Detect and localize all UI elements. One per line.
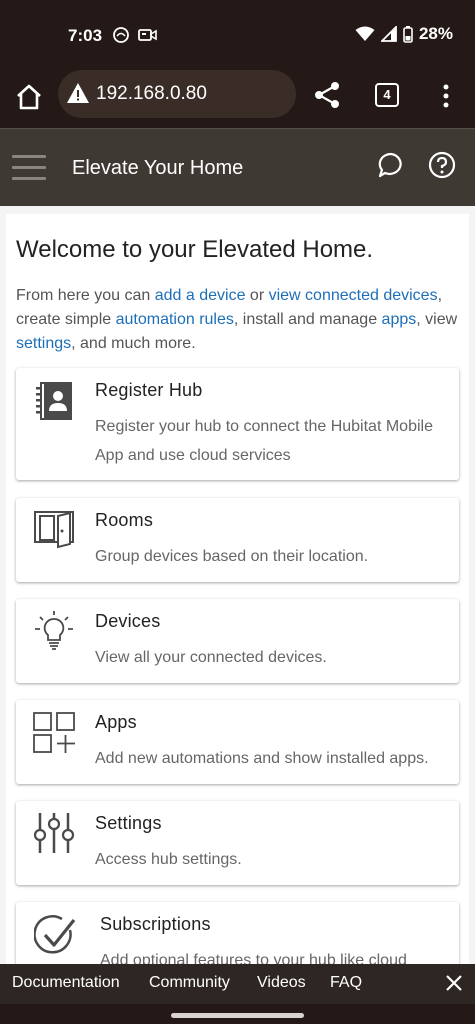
browser-toolbar: 192.168.0.80 4 [0,70,475,128]
card-title: Settings [95,813,162,833]
url-text[interactable]: 192.168.0.80 [96,83,207,105]
contact-book-icon [36,382,72,420]
card-apps[interactable]: Apps Add new automations and show instal… [16,700,459,784]
battery-icon [403,25,413,43]
view-connected-devices-link[interactable]: view connected devices [269,287,438,304]
content-panel: Welcome to your Elevated Home. From here… [6,214,469,964]
tab-switcher-button[interactable]: 4 [375,83,399,107]
sliders-icon [33,813,75,853]
app-header: Elevate Your Home [0,128,475,206]
footer-bar: Documentation Community Videos FAQ [0,964,475,1004]
wifi-icon [355,26,375,41]
footer-link-community[interactable]: Community [149,974,230,992]
chat-bubble-icon[interactable] [377,151,405,179]
card-description: Access hub settings. [95,851,242,868]
page-title: Elevate Your Home [72,157,244,179]
card-title: Apps [95,712,137,732]
card-rooms[interactable]: Rooms Group devices based on their locat… [16,498,459,582]
assistant-icon [113,27,129,43]
status-right: 28% [355,24,453,44]
lightbulb-icon [35,611,73,650]
add-device-link[interactable]: add a device [155,287,246,304]
settings-link[interactable]: settings [16,335,71,352]
card-title: Devices [95,611,161,631]
intro-text: From here you can add a device or view c… [16,284,461,356]
card-title: Register Hub [95,380,203,400]
card-description: View all your connected devices. [95,649,327,666]
warning-icon[interactable] [66,82,90,104]
home-gesture-pill[interactable] [171,1013,304,1018]
card-description: Group devices based on their location. [95,548,369,565]
video-record-icon [138,29,157,41]
address-bar[interactable]: 192.168.0.80 [58,70,296,118]
card-title: Subscriptions [100,914,211,934]
footer-link-videos[interactable]: Videos [257,974,306,992]
status-bar: 7:03 28% [0,0,475,70]
card-register-hub[interactable]: Register Hub Register your hub to connec… [16,368,459,480]
intro-text-part: or [245,287,269,304]
overflow-menu-icon[interactable] [436,82,456,110]
help-icon[interactable] [428,151,456,179]
apps-link[interactable]: apps [382,311,417,328]
check-circle-icon [34,915,76,954]
battery-percent: 28% [418,24,453,43]
intro-text-part: , and much more. [71,335,196,352]
card-description: Add optional features to your hub like c… [100,952,407,964]
signal-icon [380,26,397,42]
intro-text-part: , install and manage [233,311,382,328]
close-icon[interactable] [444,973,464,993]
gesture-bar [0,1004,475,1024]
apps-grid-icon [33,712,75,753]
card-title: Rooms [95,510,154,530]
welcome-heading: Welcome to your Elevated Home. [16,236,374,263]
card-description: Register your hub to connect the Hubitat… [95,418,433,464]
share-icon[interactable] [313,80,341,110]
footer-link-faq[interactable]: FAQ [330,974,362,992]
main-content[interactable]: Welcome to your Elevated Home. From here… [0,206,475,964]
door-icon [34,511,74,549]
automation-rules-link[interactable]: automation rules [116,311,234,328]
card-settings[interactable]: Settings Access hub settings. [16,801,459,885]
card-description: Add new automations and show installed a… [95,750,429,767]
status-notification-icons [112,26,158,44]
card-devices[interactable]: Devices View all your connected devices. [16,599,459,683]
home-icon[interactable] [14,82,44,112]
intro-text-part: From here you can [16,287,155,304]
intro-text-part: , view [416,311,458,328]
card-subscriptions[interactable]: Subscriptions Add optional features to y… [16,902,459,964]
footer-link-documentation[interactable]: Documentation [12,974,120,992]
status-time: 7:03 [68,26,103,45]
hamburger-menu-icon[interactable] [12,155,46,181]
